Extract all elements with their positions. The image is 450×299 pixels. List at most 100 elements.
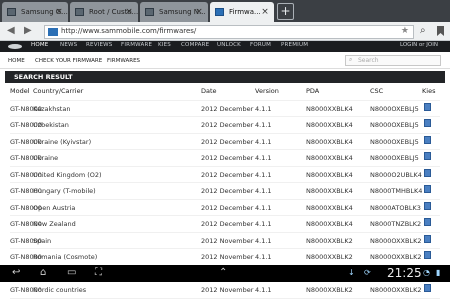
bookmark-star-icon[interactable]: ★ [401,26,409,36]
close-tab-icon[interactable]: × [260,2,270,22]
recent-apps-icon[interactable]: ▭ [67,267,76,278]
browser-tab[interactable]: Root / Custo... × [70,2,138,22]
url-text: http://www.sammobile.com/firmwares/ [61,27,197,35]
table-row: GT-N8000 Ukraine 2012 December 4.1.1 N8000XX… [10,150,440,167]
system-navigation-bar: ↩ ⌂ ▭ ⛶ ⌃ ↓ ⟳ 21:25 ◔ ▮ [0,265,450,282]
browser-tab[interactable]: Samsung G... × [2,2,68,22]
close-tab-icon[interactable]: × [124,2,134,22]
cell-version: 4.1.1 [255,236,272,245]
kies-download-icon[interactable] [424,102,431,111]
sync-icon[interactable]: ⟳ [364,268,371,277]
screenshot-icon[interactable]: ⛶ [95,267,102,278]
cell-csc: N8000OXEBLJ5 [370,104,419,113]
kies-download-icon[interactable] [424,168,431,177]
cell-pda: N8000XXBLK2 [306,253,353,261]
nav-item-firmware[interactable]: FIRMWARE [121,42,152,48]
nav-item-unlock[interactable]: UNLOCK [217,42,241,48]
cell-csc: N8000TNZBLK2 [370,220,422,228]
tab-title: Firmwa... [229,8,261,16]
bookmarks-icon[interactable] [437,26,444,36]
column-header-date: Date [201,87,217,95]
browser-tab[interactable]: Samsung N... × [140,2,208,22]
search-icon: ⌕ [349,56,353,63]
kies-download-icon[interactable] [424,234,431,243]
kies-download-icon[interactable] [424,135,431,144]
cell-date: 2012 November [201,253,254,261]
nav-item-premium[interactable]: PREMIUM [281,42,308,48]
back-icon[interactable]: ◀ [7,25,15,36]
column-header-version: Version [255,87,279,95]
column-header-csc: CSC [370,87,384,95]
kies-download-icon[interactable] [424,201,431,210]
cell-pda: N8000XXBLK4 [306,121,353,129]
kies-download-icon[interactable] [424,251,431,259]
site-logo-icon[interactable] [8,44,22,49]
subnav-home[interactable]: HOME [8,58,25,64]
site-favicon-icon [48,28,58,36]
cell-date: 2012 November [201,236,254,245]
menu-up-icon[interactable]: ⌃ [219,267,227,278]
page-favicon-icon [215,8,224,16]
site-search-input[interactable]: ⌕ Search [345,55,441,66]
cell-date: 2012 December [201,154,254,162]
cell-date: 2012 December [201,220,254,228]
cell-version: 4.1.1 [255,286,272,294]
kies-download-icon[interactable] [424,185,431,193]
browser-tab-active[interactable]: Firmwa... × [210,2,274,22]
cell-pda: N8000XXBLK4 [306,137,353,146]
cell-date: 2012 December [201,203,254,212]
wifi-icon: ◔ [423,268,430,277]
cell-country: Kazakhstan [33,104,71,113]
kies-download-icon[interactable] [424,152,431,160]
column-header-pda: PDA [306,87,320,95]
home-icon[interactable]: ⌂ [40,267,46,278]
nav-item-compare[interactable]: COMPARE [181,42,209,48]
close-tab-icon[interactable]: × [54,2,64,22]
battery-icon: ▮ [436,268,441,277]
site-main-nav: HOME NEWS REVIEWS FIRMWARE KIES COMPARE … [0,41,450,52]
table-row: GT-N8000 Uzbekistan 2012 December 4.1.1 N800… [10,117,440,134]
cell-version: 4.1.1 [255,220,272,228]
cell-date: 2012 December [201,121,254,129]
cell-pda: N8000XXBLK4 [306,154,353,162]
cell-country: Romania (Cosmote) [33,253,98,261]
cell-date: 2012 December [201,170,254,179]
nav-item-kies[interactable]: KIES [158,42,171,48]
cell-csc: N8000OXXBLK2 [370,236,422,245]
notification-icon[interactable]: ↓ [348,268,355,277]
cell-pda: N8000XXBLK4 [306,203,353,212]
login-join-link[interactable]: LOGIN or JOIN [400,42,438,48]
nav-item-home[interactable]: HOME [31,42,49,48]
kies-download-icon[interactable] [424,218,431,226]
kies-download-icon[interactable] [424,284,431,292]
nav-item-reviews[interactable]: REVIEWS [86,42,113,48]
cell-csc: N8000ATOBLK3 [370,203,421,212]
cell-csc: N8000O2UBLK4 [370,170,422,179]
new-tab-button[interactable]: + [277,3,294,20]
cell-date: 2012 November [201,286,254,294]
address-bar-row: ◀ ▶ http://www.sammobile.com/firmwares/ … [0,22,450,41]
back-icon[interactable]: ↩ [12,267,20,278]
search-icon[interactable]: ⌕ [420,25,426,36]
forward-icon[interactable]: ▶ [24,25,32,36]
cell-version: 4.1.1 [255,170,272,179]
table-row: GT-N8000 Nordic countries 2012 November 4.1… [10,282,440,299]
cell-country: Ukraine [33,154,59,162]
search-result-heading: SEARCH RESULT [5,71,445,83]
nav-item-news[interactable]: NEWS [60,42,77,48]
cell-country: Spain [33,236,52,245]
table-row: GT-N8000 Hungary (T-mobile) 2012 December 4… [10,183,440,200]
cell-version: 4.1.1 [255,137,272,146]
kies-download-icon[interactable] [424,119,431,127]
nav-item-forum[interactable]: FORUM [250,42,271,48]
close-tab-icon[interactable]: × [194,2,204,22]
subnav-firmwares[interactable]: FIRMWARES [107,58,140,64]
search-placeholder: Search [358,57,379,64]
cell-country: New Zealand [33,220,76,228]
cell-version: 4.1.1 [255,203,272,212]
cell-country: United Kingdom (O2) [33,170,102,179]
cell-csc: N8000TMHBLK4 [370,187,423,195]
table-header-row: Model Country/Carrier Date Version PDA C… [10,84,440,101]
url-input[interactable]: http://www.sammobile.com/firmwares/ ★ [44,25,414,39]
subnav-check-firmware[interactable]: CHECK YOUR FIRMWARE [35,58,102,64]
